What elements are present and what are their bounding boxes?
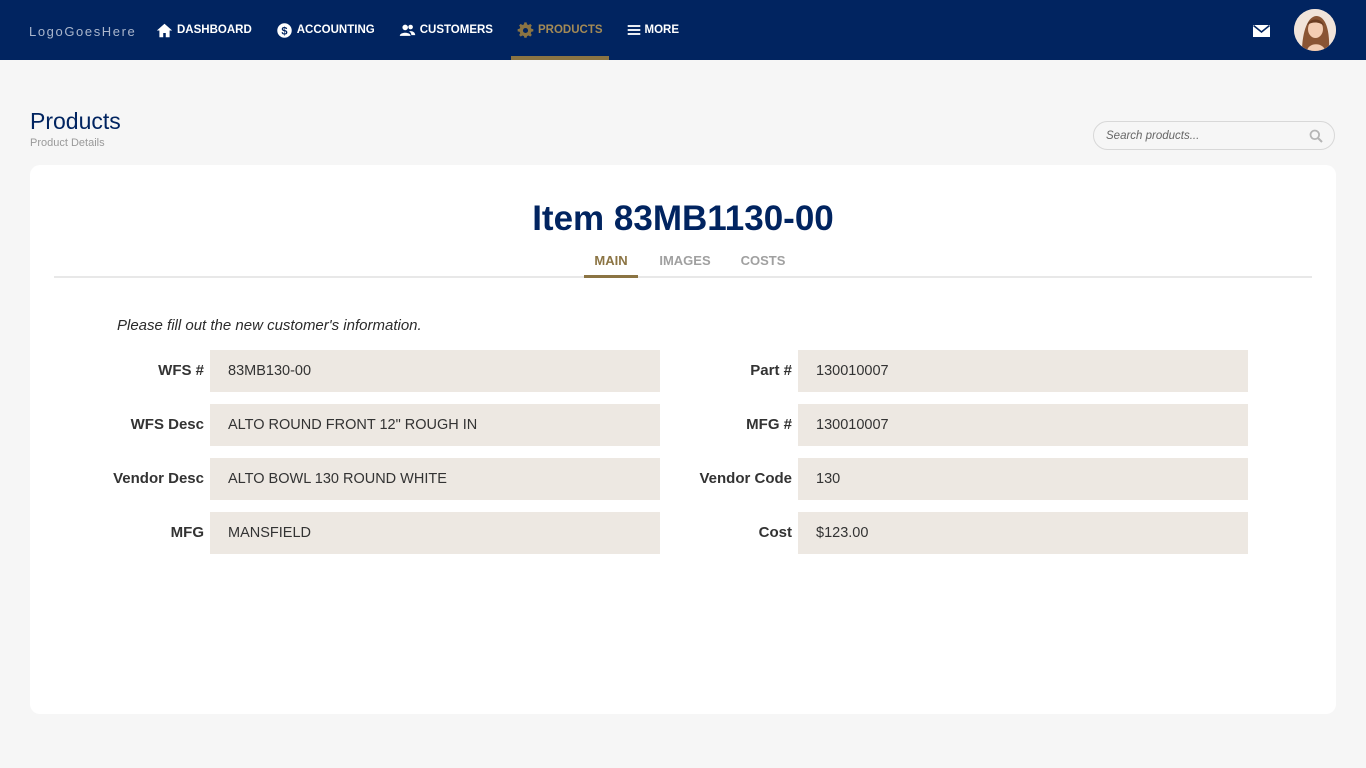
cost-label: Cost — [758, 524, 792, 541]
part-number-label: Part # — [750, 362, 792, 379]
tab-main[interactable]: MAIN — [584, 253, 638, 278]
form-instructions: Please fill out the new customer's infor… — [117, 317, 422, 334]
user-avatar[interactable] — [1294, 9, 1336, 51]
vendor-code-label: Vendor Code — [699, 470, 792, 487]
main-nav: DASHBOARD $ ACCOUNTING CUSTOMERS PRODUCT… — [150, 0, 697, 60]
page-subtitle: Product Details — [30, 137, 105, 149]
nav-customers-label: CUSTOMERS — [419, 24, 493, 36]
nav-accounting[interactable]: $ ACCOUNTING — [270, 0, 381, 60]
wfs-number-label: WFS # — [158, 362, 204, 379]
mfg-field[interactable] — [210, 512, 660, 554]
tab-images[interactable]: IMAGES — [657, 253, 713, 278]
home-icon — [156, 23, 173, 37]
svg-text:$: $ — [281, 25, 287, 37]
nav-accounting-label: ACCOUNTING — [296, 24, 375, 36]
search-box — [1093, 121, 1335, 150]
page-title: Products — [30, 108, 121, 134]
nav-products-label: PRODUCTS — [537, 24, 603, 36]
vendor-code-field[interactable] — [798, 458, 1248, 500]
nav-dashboard-label: DASHBOARD — [177, 24, 252, 36]
search-input[interactable] — [1106, 128, 1306, 144]
wfs-desc-label: WFS Desc — [130, 416, 204, 433]
mfg-label: MFG — [170, 524, 204, 541]
mail-icon[interactable] — [1253, 24, 1270, 38]
gear-icon — [517, 21, 534, 38]
avatar-image — [1294, 9, 1336, 51]
item-title: Item 83MB1130-00 — [532, 199, 834, 238]
nav-more[interactable]: MORE — [621, 0, 686, 60]
nav-more-label: MORE — [644, 24, 680, 36]
nav-customers[interactable]: CUSTOMERS — [393, 0, 499, 60]
tab-costs[interactable]: COSTS — [739, 253, 787, 278]
wfs-desc-field[interactable] — [210, 404, 660, 446]
dollar-icon: $ — [277, 22, 292, 38]
menu-icon — [627, 25, 640, 35]
top-navbar: LogoGoesHere DASHBOARD $ ACCOUNTING CUST… — [0, 0, 1366, 60]
vendor-desc-label: Vendor Desc — [113, 470, 204, 487]
cost-field[interactable] — [798, 512, 1248, 554]
part-number-field[interactable] — [798, 350, 1248, 392]
mfg-number-field[interactable] — [798, 404, 1248, 446]
logo[interactable]: LogoGoesHere — [29, 24, 136, 39]
search-icon[interactable] — [1309, 129, 1323, 143]
nav-dashboard[interactable]: DASHBOARD — [150, 0, 258, 60]
vendor-desc-field[interactable] — [210, 458, 660, 500]
mfg-number-label: MFG # — [746, 416, 792, 433]
wfs-number-field[interactable] — [210, 350, 660, 392]
nav-products[interactable]: PRODUCTS — [510, 0, 609, 60]
product-card: Item 83MB1130-00 MAIN IMAGES COSTS Pleas… — [30, 165, 1336, 714]
users-icon — [399, 24, 415, 36]
